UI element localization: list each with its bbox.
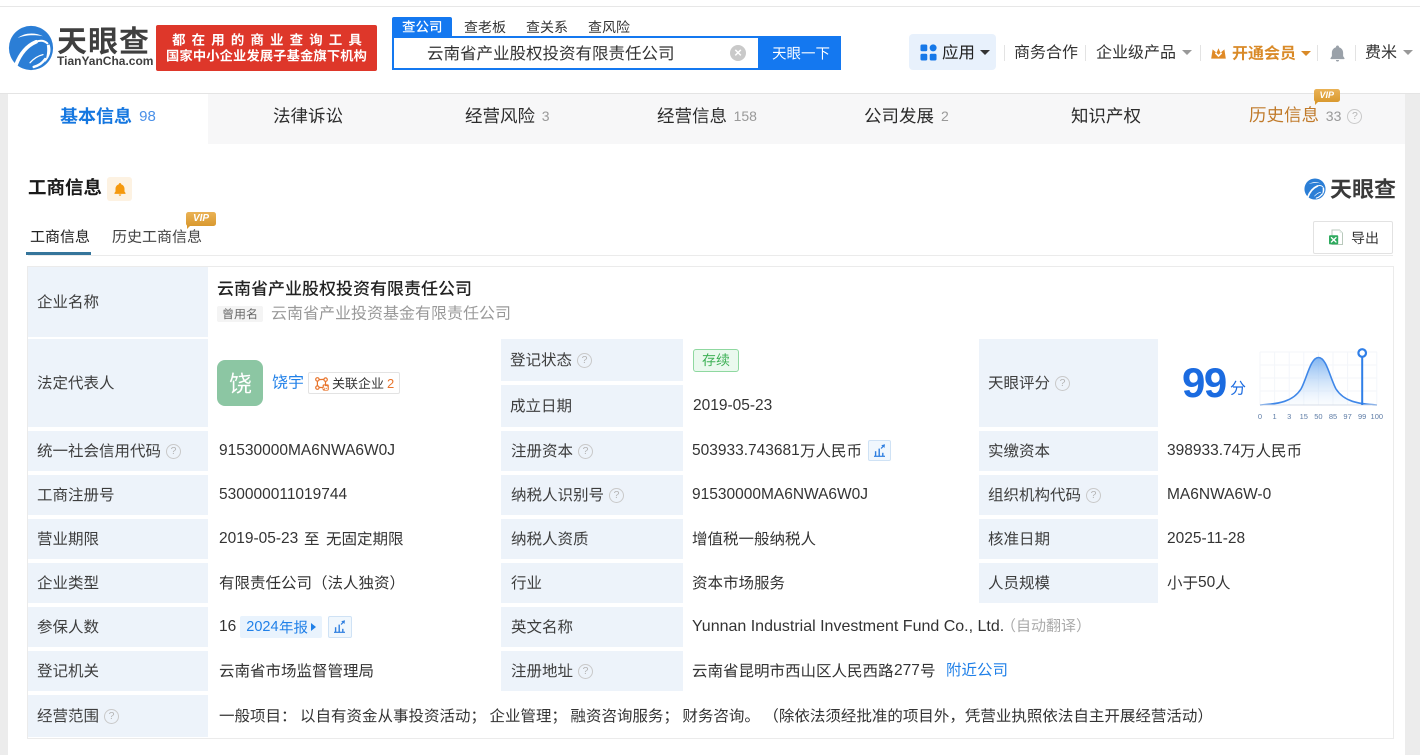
svg-text:0: 0: [1258, 412, 1262, 421]
svg-text:3: 3: [1287, 412, 1291, 421]
svg-text:1: 1: [1273, 412, 1277, 421]
svg-text:100: 100: [1371, 412, 1384, 421]
svg-text:99: 99: [1358, 412, 1366, 421]
svg-text:50: 50: [1314, 412, 1322, 421]
svg-text:97: 97: [1343, 412, 1351, 421]
svg-text:15: 15: [1300, 412, 1308, 421]
svg-text:85: 85: [1329, 412, 1337, 421]
